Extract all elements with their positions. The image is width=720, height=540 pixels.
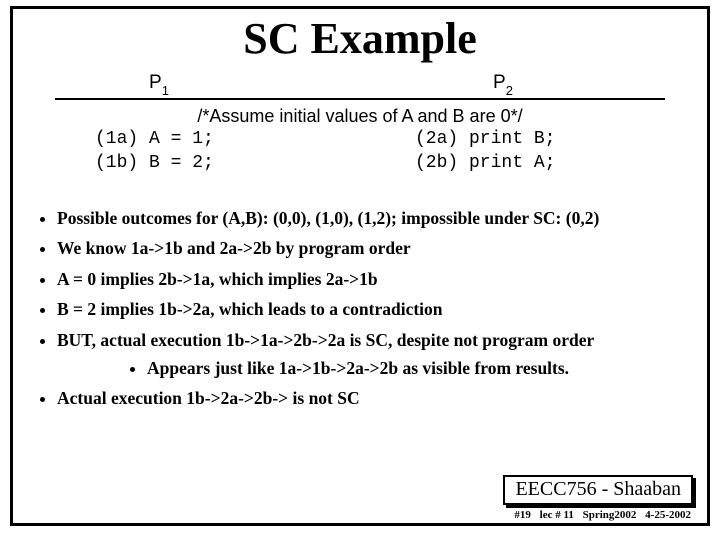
- footer-slide-no: #19: [514, 509, 531, 521]
- process-2-sub: 2: [506, 83, 513, 98]
- code-2a: (2a) print B;: [415, 129, 555, 149]
- code-1b: (1b) B = 2;: [95, 153, 214, 173]
- footer-date: 4-25-2002: [645, 509, 691, 521]
- bullet-2: We know 1a->1b and 2a->2b by program ord…: [57, 237, 687, 259]
- bullet-1: Possible outcomes for (A,B): (0,0), (1,0…: [57, 207, 687, 229]
- process-2-letter: P: [493, 72, 506, 93]
- bullet-3: A = 0 implies 2b->1a, which implies 2a->…: [57, 268, 687, 290]
- divider-line: [55, 98, 665, 100]
- slide-title: SC Example: [13, 13, 707, 64]
- bullet-4: B = 2 implies 1b->2a, which leads to a c…: [57, 298, 687, 320]
- assume-comment: /*Assume initial values of A and B are 0…: [13, 106, 707, 127]
- process-2-label: P2: [493, 72, 513, 96]
- process-1-label: P1: [149, 72, 169, 96]
- footer-meta: #19 lec # 11 Spring2002 4-25-2002: [514, 509, 691, 521]
- process-header-row: P1 P2: [73, 72, 647, 98]
- bullet-6: Actual execution 1b->2a->2b-> is not SC: [57, 387, 687, 409]
- code-1a: (1a) A = 1;: [95, 129, 214, 149]
- process-1-sub: 1: [162, 83, 169, 98]
- slide-frame: SC Example P1 P2 /*Assume initial values…: [10, 6, 710, 526]
- footer-lec: lec # 11: [540, 509, 574, 521]
- process-1-letter: P: [149, 72, 162, 93]
- code-block: (1a) A = 1; (1b) B = 2; (2a) print B; (2…: [95, 129, 707, 185]
- bullet-5a: Appears just like 1a->1b->2a->2b as visi…: [147, 357, 687, 379]
- bullet-5-text: BUT, actual execution 1b->1a->2b->2a is …: [57, 330, 594, 350]
- footer-term: Spring2002: [583, 509, 637, 521]
- footer-course-box: EECC756 - Shaaban: [503, 475, 693, 505]
- bullet-list: Possible outcomes for (A,B): (0,0), (1,0…: [13, 207, 707, 410]
- code-2b: (2b) print A;: [415, 153, 555, 173]
- bullet-5-sublist: Appears just like 1a->1b->2a->2b as visi…: [57, 357, 687, 379]
- bullet-5: BUT, actual execution 1b->1a->2b->2a is …: [57, 329, 687, 380]
